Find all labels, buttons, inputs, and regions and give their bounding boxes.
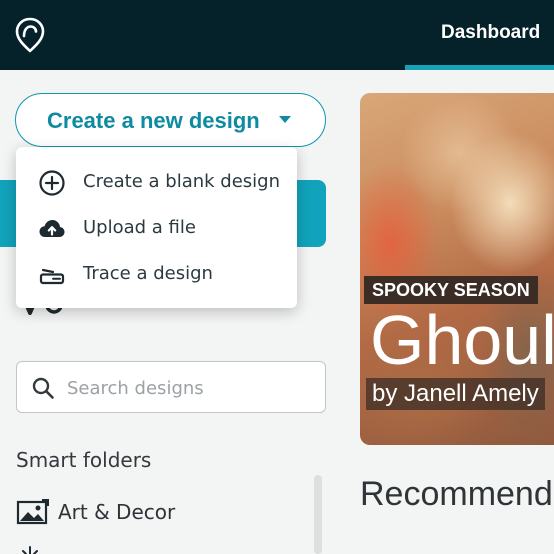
folder-icon (22, 546, 38, 554)
image-icon (16, 499, 49, 525)
cloud-upload-icon (39, 220, 65, 237)
smart-folders-heading: Smart folders (16, 448, 152, 472)
trace-icon (39, 268, 65, 285)
hero-author: by Janell Amely (366, 378, 545, 410)
pin-logo-icon[interactable] (14, 16, 46, 54)
create-design-button[interactable]: Create a new design (15, 93, 326, 147)
menu-item-label: Trace a design (83, 263, 213, 284)
create-design-menu: Create a blank design Upload a file Trac… (16, 147, 297, 308)
menu-item-trace-design[interactable]: Trace a design (16, 251, 297, 297)
hero-title: Ghoul (370, 301, 554, 379)
chevron-down-icon (279, 116, 291, 123)
sidebar-scrollbar[interactable] (314, 475, 322, 554)
menu-item-upload-file[interactable]: Upload a file (16, 205, 297, 251)
menu-item-label: Upload a file (83, 217, 196, 238)
active-tab-indicator (405, 65, 554, 70)
create-design-label: Create a new design (47, 108, 260, 133)
search-input[interactable] (67, 374, 317, 402)
tab-dashboard-label: Dashboard (441, 22, 541, 43)
featured-collection-card[interactable]: SPOOKY SEASON Ghoul by Janell Amely (360, 93, 554, 445)
search-icon (32, 377, 54, 399)
smart-folder-art-decor[interactable]: Art & Decor (16, 495, 306, 531)
smart-folder-label: Art & Decor (58, 500, 176, 524)
recommended-heading: Recommende (360, 475, 554, 513)
search-box[interactable] (16, 361, 326, 413)
tab-dashboard[interactable]: Dashboard (405, 0, 554, 70)
menu-item-label: Create a blank design (83, 171, 281, 192)
menu-item-create-blank[interactable]: Create a blank design (16, 159, 297, 205)
top-bar: Dashboard (0, 0, 554, 70)
plus-circle-icon (39, 170, 65, 196)
